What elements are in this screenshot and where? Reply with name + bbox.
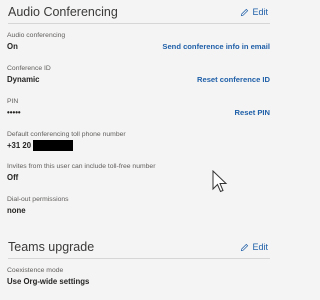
pencil-icon bbox=[241, 243, 249, 251]
dial-out-field: Dial-out permissions none bbox=[7, 195, 270, 216]
audio-conferencing-title: Audio Conferencing bbox=[8, 5, 118, 19]
toll-number-field: Default conferencing toll phone number +… bbox=[7, 130, 270, 151]
edit-label: Edit bbox=[252, 242, 268, 252]
teams-upgrade-header: Teams upgrade Edit bbox=[0, 236, 278, 258]
conference-id-field: Conference ID Dynamic Reset conference I… bbox=[7, 64, 270, 85]
conference-id-label: Conference ID bbox=[7, 65, 51, 72]
audio-conferencing-header: Audio Conferencing Edit bbox=[0, 1, 278, 23]
dial-out-label: Dial-out permissions bbox=[7, 196, 69, 203]
toll-free-value: Off bbox=[7, 173, 19, 182]
conference-id-value: Dynamic bbox=[7, 75, 40, 84]
edit-label: Edit bbox=[252, 7, 268, 17]
reset-pin-link[interactable]: Reset PIN bbox=[235, 108, 270, 117]
pin-field: PIN ••••• Reset PIN bbox=[7, 97, 270, 118]
section-divider bbox=[8, 258, 270, 259]
audio-conferencing-edit-button[interactable]: Edit bbox=[240, 7, 268, 17]
teams-upgrade-edit-button[interactable]: Edit bbox=[240, 242, 268, 252]
pin-value: ••••• bbox=[7, 108, 21, 117]
section-divider bbox=[8, 23, 270, 24]
pencil-icon bbox=[241, 8, 249, 16]
teams-upgrade-title: Teams upgrade bbox=[8, 240, 95, 254]
toll-number-label: Default conferencing toll phone number bbox=[7, 131, 126, 138]
audio-conferencing-value: On bbox=[7, 42, 18, 51]
audio-conferencing-field: Audio conferencing On Send conference in… bbox=[7, 31, 270, 52]
toll-free-field: Invites from this user can include toll-… bbox=[7, 162, 270, 183]
coexistence-mode-label: Coexistence mode bbox=[7, 267, 64, 274]
send-conference-info-link[interactable]: Send conference info in email bbox=[162, 42, 270, 51]
toll-number-value: +31 20 bbox=[7, 141, 32, 150]
coexistence-mode-value: Use Org-wide settings bbox=[7, 277, 90, 286]
audio-conferencing-label: Audio conferencing bbox=[7, 32, 66, 39]
toll-free-label: Invites from this user can include toll-… bbox=[7, 163, 156, 170]
redaction-block bbox=[33, 140, 74, 151]
mouse-cursor-icon bbox=[212, 170, 228, 193]
dial-out-value: none bbox=[7, 206, 26, 215]
coexistence-mode-field: Coexistence mode Use Org-wide settings bbox=[7, 266, 270, 287]
pin-label: PIN bbox=[7, 98, 19, 105]
reset-conference-id-link[interactable]: Reset conference ID bbox=[197, 75, 270, 84]
